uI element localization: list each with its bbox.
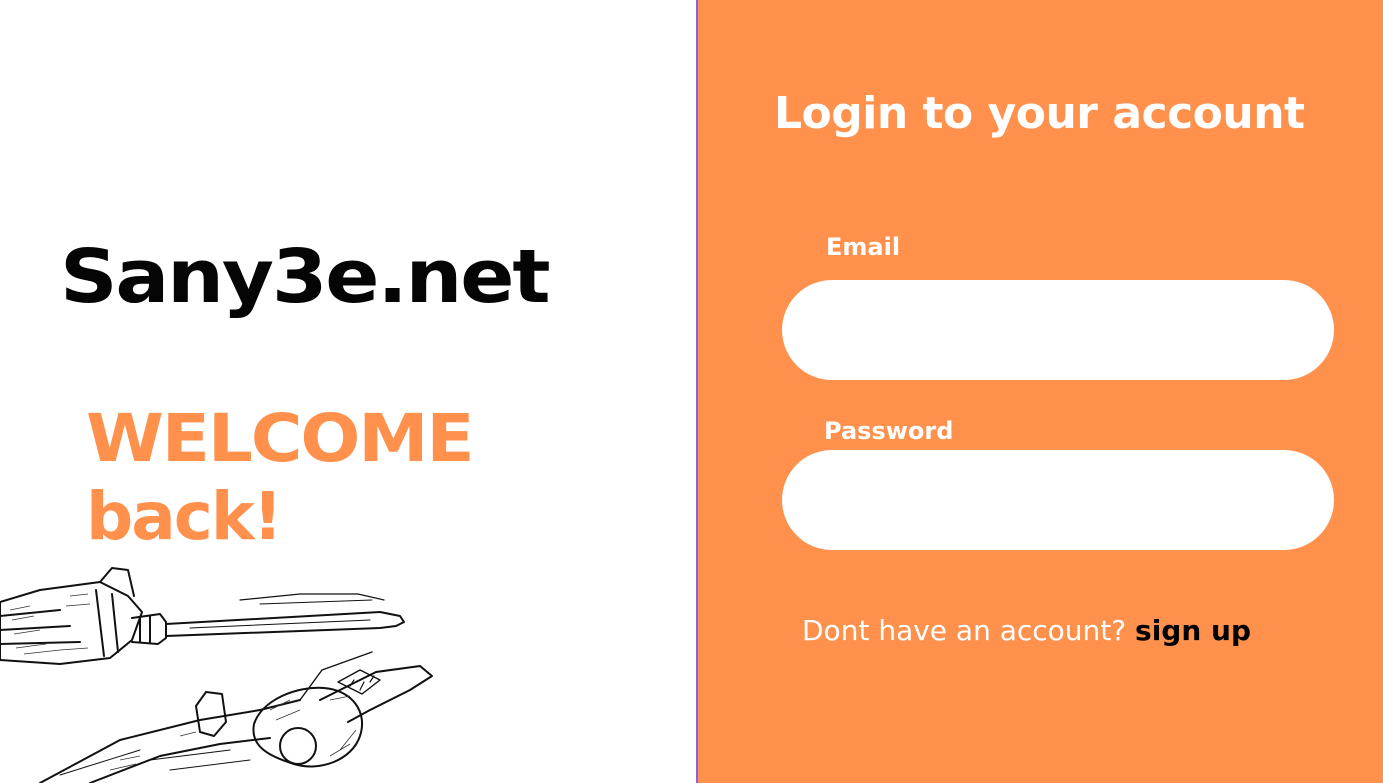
signup-prompt: Dont have an account? sign up (802, 617, 1251, 645)
login-panel: Login to your account Email Password Don… (698, 0, 1383, 783)
email-label: Email (826, 233, 901, 261)
tools-illustration-icon (0, 567, 433, 783)
brand-logo-text: Sany3e.net (60, 234, 551, 320)
welcome-heading: WELCOME (86, 400, 475, 477)
password-field[interactable] (782, 450, 1334, 550)
email-field[interactable] (782, 280, 1334, 380)
welcome-subheading: back! (86, 478, 283, 555)
welcome-panel: Sany3e.net WELCOME back! (0, 0, 696, 783)
login-title: Login to your account (774, 88, 1305, 139)
signup-link[interactable]: sign up (1135, 614, 1251, 647)
password-label: Password (824, 417, 954, 445)
signup-prompt-text: Dont have an account? (802, 614, 1127, 647)
